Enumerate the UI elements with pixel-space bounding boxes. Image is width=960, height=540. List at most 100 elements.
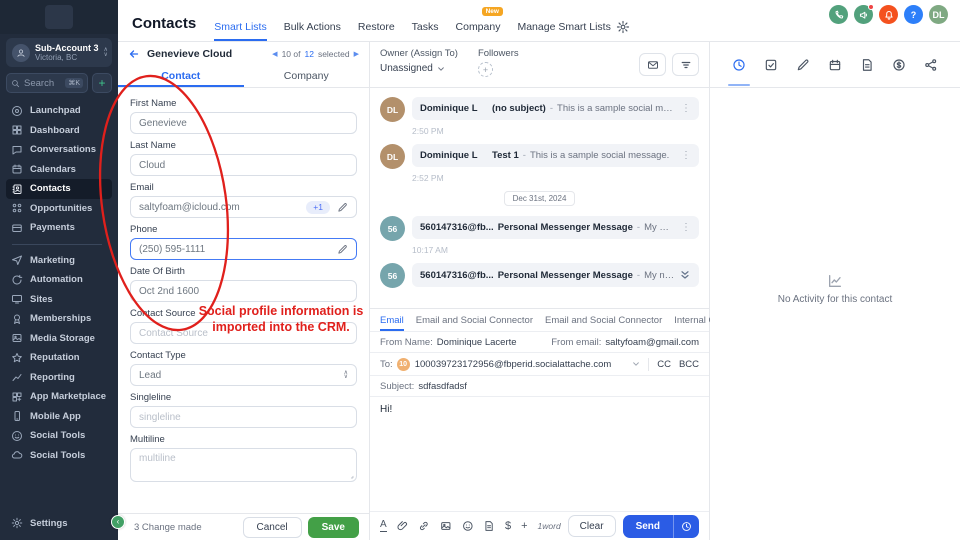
phone-field[interactable] (139, 243, 337, 255)
tab-restore[interactable]: Restore (358, 13, 395, 41)
link-icon[interactable] (418, 520, 430, 532)
contact-source-field[interactable] (139, 327, 348, 339)
contact-type-select[interactable]: Lead ∧ ∨ (130, 364, 357, 386)
sidebar-item-settings[interactable]: Settings (6, 514, 112, 534)
sidebar-item-social-tools-2[interactable]: Social Tools (6, 446, 112, 466)
add-follower-button[interactable]: + (477, 62, 493, 77)
send-button[interactable]: Send (622, 514, 700, 538)
sidebar-item-launchpad[interactable]: Launchpad (6, 101, 112, 121)
sidebar-item-contacts[interactable]: Contacts (6, 179, 112, 199)
prev-contact-arrow[interactable]: ◀ (272, 50, 277, 58)
sidebar-item-reporting[interactable]: Reporting (6, 368, 112, 388)
email-compose-button[interactable] (639, 53, 666, 76)
template-icon[interactable] (483, 520, 495, 532)
email-body-editor[interactable]: Hi! (370, 397, 709, 511)
pagination-total[interactable]: 12 (304, 49, 313, 59)
owner-select[interactable]: Unassigned (380, 63, 458, 74)
more-tools-icon[interactable]: + (521, 520, 527, 532)
sidebar-item-payments[interactable]: Payments (6, 218, 112, 238)
sidebar-collapse-button[interactable]: ‹ (111, 515, 125, 529)
message-bubble[interactable]: 560147316@fb... Personal Messenger Messa… (412, 216, 699, 239)
activity-tab-clock-icon[interactable] (728, 58, 750, 86)
tab-company[interactable]: Company New (456, 7, 503, 41)
account-switcher[interactable]: Sub-Account 3 Victoria, BC ∧ ∨ (6, 38, 112, 67)
singleline-field[interactable] (139, 411, 348, 423)
appointments-tab-icon[interactable] (828, 58, 842, 72)
documents-tab-icon[interactable] (860, 58, 874, 72)
composer-tab-connector-2[interactable]: Email and Social Connector (545, 309, 662, 331)
sidebar-item-memberships[interactable]: Memberships (6, 309, 112, 329)
settings-gear-icon[interactable] (616, 20, 630, 34)
tab-bulk-actions[interactable]: Bulk Actions (284, 13, 341, 41)
sidebar-item-calendars[interactable]: Calendars (6, 160, 112, 180)
email-field[interactable] (139, 201, 303, 213)
tab-company-detail[interactable]: Company (244, 65, 370, 87)
tab-manage-smart-lists[interactable]: Manage Smart Lists (517, 13, 610, 41)
sidebar-item-media-storage[interactable]: Media Storage (6, 329, 112, 349)
cancel-button[interactable]: Cancel (242, 516, 302, 538)
clear-button[interactable]: Clear (567, 515, 616, 537)
subject-value[interactable]: sdfasdfadsf (418, 381, 467, 392)
recipient-chevron-icon[interactable] (632, 360, 640, 368)
emoji-icon[interactable] (462, 520, 474, 532)
tab-contact[interactable]: Contact (118, 65, 244, 87)
tasks-tab-icon[interactable] (764, 58, 778, 72)
attachment-icon[interactable] (397, 520, 409, 532)
kebab-menu-icon[interactable]: ⋮ (678, 150, 691, 161)
notifications-button[interactable] (879, 5, 898, 24)
first-name-field[interactable] (139, 117, 348, 129)
sidebar-item-sites[interactable]: Sites (6, 290, 112, 310)
from-name-value[interactable]: Dominique Lacerte (437, 337, 517, 348)
composer-tab-connector-1[interactable]: Email and Social Connector (416, 309, 533, 331)
last-name-field[interactable] (139, 159, 348, 171)
message-row: 56 560147316@fb... Personal Messenger Me… (380, 216, 699, 241)
back-arrow-icon[interactable] (128, 48, 140, 60)
notes-tab-icon[interactable] (796, 58, 810, 72)
from-email-value[interactable]: saltyfoam@gmail.com (605, 337, 699, 348)
scroll-to-bottom-icon[interactable] (679, 269, 691, 281)
dob-field[interactable] (139, 285, 348, 297)
message-bubble[interactable]: Dominique L Test 1 - This is a sample so… (412, 144, 699, 167)
quick-add-button[interactable]: + (92, 73, 112, 93)
resize-handle-icon[interactable] (348, 473, 354, 479)
message-sender: 560147316@fb... (420, 269, 494, 281)
associations-tab-icon[interactable] (924, 58, 938, 72)
multiline-field[interactable] (139, 453, 348, 464)
help-button[interactable]: ? (904, 5, 923, 24)
announcements-button[interactable] (854, 4, 874, 24)
phone-edit-pencil-icon[interactable] (337, 244, 348, 255)
email-plus1-badge[interactable]: +1 (306, 200, 330, 214)
phone-action-button[interactable] (829, 5, 848, 24)
tab-smart-lists[interactable]: Smart Lists (214, 13, 267, 41)
text-format-icon[interactable]: A (380, 520, 387, 532)
composer-tab-email[interactable]: Email (380, 309, 404, 331)
search-input[interactable]: Search ⌘K (6, 73, 88, 93)
email-edit-pencil-icon[interactable] (337, 202, 348, 213)
payment-request-icon[interactable]: $ (505, 520, 511, 532)
cc-button[interactable]: CC (657, 359, 671, 370)
phone-field-wrap (130, 238, 357, 260)
filter-button[interactable] (672, 53, 699, 76)
to-value[interactable]: 100039723172956@fbperid.socialattache.co… (415, 359, 612, 370)
message-bubble[interactable]: 560147316@fb... Personal Messenger Messa… (412, 263, 699, 287)
save-button[interactable]: Save (307, 516, 359, 538)
next-contact-arrow[interactable]: ▶ (354, 50, 359, 58)
sidebar-item-automation[interactable]: Automation (6, 270, 112, 290)
sidebar-item-reputation[interactable]: Reputation (6, 348, 112, 368)
image-icon[interactable] (440, 520, 452, 532)
sidebar-item-marketing[interactable]: Marketing (6, 251, 112, 271)
sidebar-item-conversations[interactable]: Conversations (6, 140, 112, 160)
sidebar-item-opportunities[interactable]: Opportunities (6, 199, 112, 219)
sidebar-item-mobile-app[interactable]: Mobile App (6, 407, 112, 427)
tab-tasks[interactable]: Tasks (412, 13, 439, 41)
sidebar-item-social-tools-1[interactable]: Social Tools (6, 426, 112, 446)
user-avatar[interactable]: DL (929, 5, 948, 24)
kebab-menu-icon[interactable]: ⋮ (678, 103, 691, 114)
payments-tab-icon[interactable] (892, 58, 906, 72)
sidebar-item-app-marketplace[interactable]: App Marketplace (6, 387, 112, 407)
sidebar-item-dashboard[interactable]: Dashboard (6, 121, 112, 141)
bcc-button[interactable]: BCC (679, 359, 699, 370)
kebab-menu-icon[interactable]: ⋮ (678, 222, 691, 233)
message-bubble[interactable]: Dominique L (no subject) - This is a sam… (412, 97, 699, 120)
schedule-send-button[interactable] (674, 521, 699, 532)
